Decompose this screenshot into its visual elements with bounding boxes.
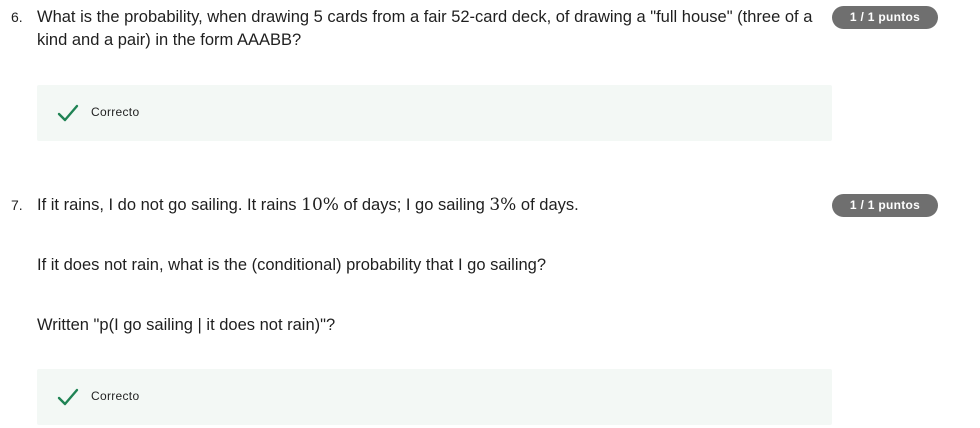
feedback-box: Correcto xyxy=(37,85,832,141)
question-text-part: of days. xyxy=(516,196,579,214)
question-text-part: of days; I go sailing xyxy=(338,196,490,214)
question-paragraph: Written "p(I go sailing | it does not ra… xyxy=(37,316,336,334)
math-value: 3% xyxy=(489,195,517,215)
question-text: If it rains, I do not go sailing. It rai… xyxy=(37,194,832,217)
question-number: 7. xyxy=(11,197,23,213)
quiz-results-page: 6. What is the probability, when drawing… xyxy=(0,0,980,428)
feedback-label: Correcto xyxy=(91,389,140,403)
question-text: What is the probability, when drawing 5 … xyxy=(37,8,813,49)
question-text-part: If it rains, I do not go sailing. It rai… xyxy=(37,196,302,214)
check-icon xyxy=(57,104,79,122)
question-paragraph: If it does not rain, what is the (condit… xyxy=(37,256,547,274)
score-badge: 1 / 1 puntos xyxy=(832,194,938,217)
math-value: 10% xyxy=(301,195,339,215)
feedback-box: Correcto xyxy=(37,369,832,425)
score-badge: 1 / 1 puntos xyxy=(832,6,938,29)
question-number: 6. xyxy=(11,9,23,25)
feedback-label: Correcto xyxy=(91,105,140,119)
check-icon xyxy=(57,388,79,406)
